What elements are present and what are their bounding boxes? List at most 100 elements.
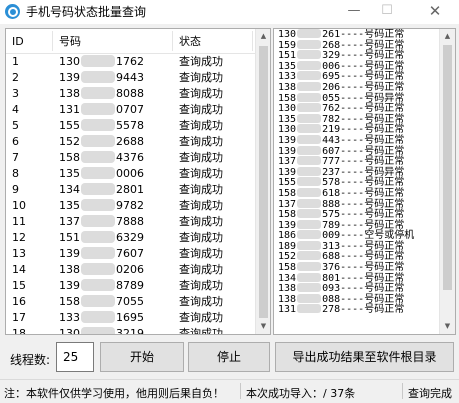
table-body: 1 130 1762 查询成功 2 139 9443 查询成功 3 138 8088 查询成功 4 131…: [6, 54, 256, 335]
masked-digits: [81, 151, 115, 163]
table-row[interactable]: 5 155 5578 查询成功: [6, 118, 256, 134]
table-row[interactable]: 11 137 7888 查询成功: [6, 214, 256, 230]
column-header-id[interactable]: ID: [12, 36, 24, 48]
log-line: 137 777----号码正常: [278, 156, 405, 168]
masked-digits: [297, 198, 322, 208]
row-id: 18: [12, 327, 26, 335]
log-line: 189 313----号码正常: [278, 240, 405, 252]
masked-digits: [297, 262, 322, 272]
row-status: 查询成功: [179, 151, 223, 164]
masked-digits: [297, 81, 322, 91]
row-status: 查询成功: [179, 295, 223, 308]
row-status: 查询成功: [179, 103, 223, 116]
close-button[interactable]: ✕: [420, 0, 450, 24]
scroll-up-icon[interactable]: ▲: [256, 29, 270, 44]
row-number: 139 9443: [59, 71, 144, 84]
masked-digits: [297, 124, 322, 134]
log-line: 135 782----号码正常: [278, 113, 405, 125]
result-log-box[interactable]: 130 261----号码正常 159 268----号码正常 151 329----号码…: [273, 28, 456, 335]
table-row[interactable]: 6 152 2688 查询成功: [6, 134, 256, 150]
scroll-down-icon[interactable]: ▼: [440, 319, 455, 334]
row-status: 查询成功: [179, 183, 223, 196]
threads-label: 线程数:: [10, 353, 51, 367]
column-header-status[interactable]: 状态: [179, 36, 201, 48]
masked-digits: [297, 92, 322, 102]
masked-digits: [297, 187, 322, 197]
start-button[interactable]: 开始: [100, 342, 184, 372]
stop-button[interactable]: 停止: [188, 342, 270, 372]
table-row[interactable]: 13 139 7607 查询成功: [6, 246, 256, 262]
row-status: 查询成功: [179, 87, 223, 100]
masked-digits: [297, 103, 322, 113]
masked-digits: [297, 240, 322, 250]
log-line: 130 762----号码正常: [278, 103, 405, 115]
row-number: 133 1695: [59, 311, 144, 324]
masked-digits: [81, 263, 115, 275]
threads-input[interactable]: 25: [56, 342, 94, 372]
masked-digits: [297, 113, 322, 123]
app-search-icon: [5, 4, 20, 19]
table-row[interactable]: 12 151 6329 查询成功: [6, 230, 256, 246]
masked-digits: [297, 29, 322, 38]
log-line: 134 801----号码正常: [278, 272, 405, 284]
log-line: 158 055----号码异常: [278, 92, 405, 104]
scroll-up-icon[interactable]: ▲: [440, 29, 455, 44]
log-line: 158 376----号码正常: [278, 262, 405, 274]
table-row[interactable]: 14 138 0206 查询成功: [6, 262, 256, 278]
masked-digits: [297, 304, 322, 314]
row-id: 14: [12, 263, 26, 276]
table-row[interactable]: 4 131 0707 查询成功: [6, 102, 256, 118]
row-number: 158 4376: [59, 151, 144, 164]
status-note: 注：本软件仅供学习使用，他用则后果自负！: [4, 387, 224, 400]
masked-digits: [297, 50, 322, 60]
table-row[interactable]: 18 130 3219 查询成功: [6, 326, 256, 335]
table-row[interactable]: 10 135 9782 查询成功: [6, 198, 256, 214]
column-header-number[interactable]: 号码: [59, 36, 81, 48]
status-bar: 注：本软件仅供学习使用，他用则后果自负！ 本次成功导入：/ 37条 查询完成: [0, 379, 459, 403]
minimize-button[interactable]: —: [339, 0, 369, 24]
row-number: 134 2801: [59, 183, 144, 196]
phone-list-table[interactable]: ID 号码 状态 1 130 1762 查询成功 2 139 9443 查询成功 3 138 808…: [5, 28, 271, 335]
table-row[interactable]: 8 135 0006 查询成功: [6, 166, 256, 182]
masked-digits: [81, 327, 115, 334]
masked-digits: [297, 39, 322, 49]
row-status: 查询成功: [179, 215, 223, 228]
scroll-thumb[interactable]: [259, 46, 268, 318]
masked-digits: [81, 167, 115, 179]
table-row[interactable]: 15 139 8789 查询成功: [6, 278, 256, 294]
masked-digits: [81, 199, 115, 211]
row-status: 查询成功: [179, 119, 223, 132]
row-number: 139 7607: [59, 247, 144, 260]
row-id: 10: [12, 199, 26, 212]
scroll-down-icon[interactable]: ▼: [256, 319, 270, 334]
log-scrollbar[interactable]: ▲ ▼: [439, 29, 455, 334]
row-number: 152 2688: [59, 135, 144, 148]
scroll-thumb[interactable]: [443, 45, 452, 290]
table-row[interactable]: 16 158 7055 查询成功: [6, 294, 256, 310]
log-line: 138 206----号码正常: [278, 81, 405, 93]
export-button[interactable]: 导出成功结果至软件根目录: [275, 342, 454, 372]
log-line: 131 278----号码正常: [278, 304, 405, 316]
table-row[interactable]: 1 130 1762 查询成功: [6, 54, 256, 70]
row-number: 158 7055: [59, 295, 144, 308]
row-status: 查询成功: [179, 311, 223, 324]
table-row[interactable]: 3 138 8088 查询成功: [6, 86, 256, 102]
table-scrollbar[interactable]: ▲ ▼: [255, 29, 270, 334]
row-id: 4: [12, 103, 19, 116]
table-row[interactable]: 17 133 1695 查询成功: [6, 310, 256, 326]
row-number: 130 3219: [59, 327, 144, 334]
maximize-button[interactable]: ☐: [372, 0, 402, 24]
table-row[interactable]: 2 139 9443 查询成功: [6, 70, 256, 86]
table-row[interactable]: 9 134 2801 查询成功: [6, 182, 256, 198]
log-line: 152 688----号码正常: [278, 251, 405, 263]
log-line: 158 575----号码正常: [278, 209, 405, 221]
row-number: 135 9782: [59, 199, 144, 212]
log-line: 135 006----号码正常: [278, 60, 405, 72]
log-line: 186 009----空号或停机: [278, 230, 415, 242]
masked-digits: [81, 183, 115, 195]
row-status: 查询成功: [179, 279, 223, 292]
masked-digits: [297, 166, 322, 176]
log-line: 158 618----号码正常: [278, 187, 405, 199]
row-id: 6: [12, 135, 19, 148]
table-row[interactable]: 7 158 4376 查询成功: [6, 150, 256, 166]
